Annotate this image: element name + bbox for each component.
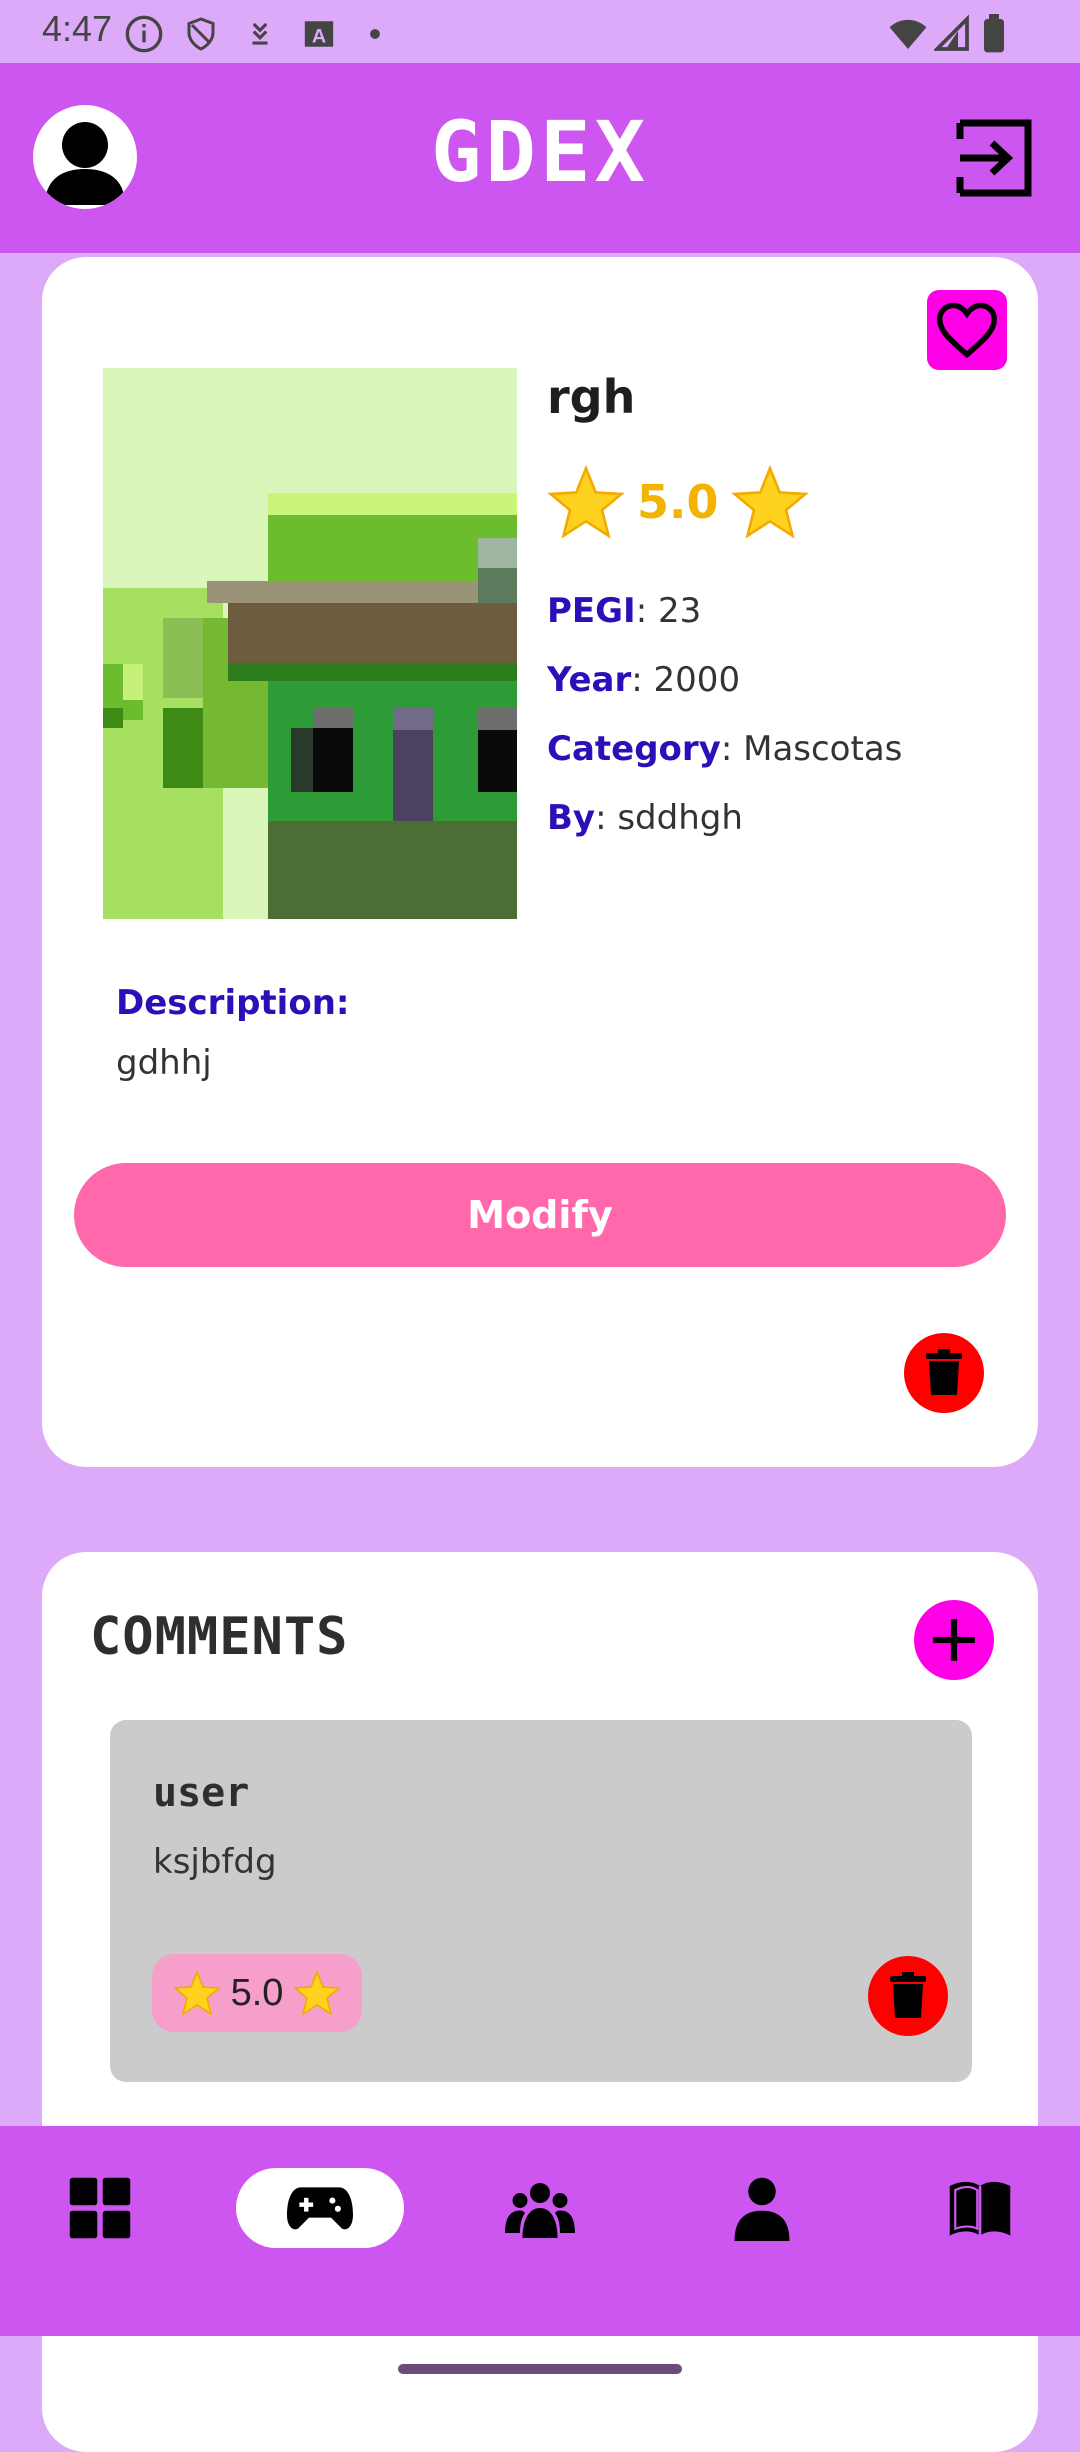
nav-community[interactable] [500, 2168, 580, 2248]
game-detail-card: rgh 5.0 PEGI: 23 Year: 2000 Category: Ma… [42, 257, 1038, 1467]
year-info: Year: 2000 [547, 660, 740, 700]
trash-icon [926, 1349, 962, 1395]
shield-icon [187, 17, 215, 51]
comment-rating: 5.0 [152, 1954, 362, 2032]
pegi-info: PEGI: 23 [547, 591, 701, 631]
dashboard-icon [69, 2177, 131, 2239]
year-label: Year [547, 660, 632, 700]
bottom-navigation [0, 2126, 1080, 2336]
game-rating: 5.0 [547, 465, 809, 539]
game-cover-image [103, 368, 517, 919]
comment-item: user ksjbfdg 5.0 [110, 1720, 972, 2082]
game-title: rgh [547, 370, 636, 424]
comment-user: user [153, 1770, 250, 1816]
category-info: Category: Mascotas [547, 729, 902, 769]
nav-games[interactable] [236, 2168, 404, 2248]
pegi-label: PEGI [547, 591, 636, 631]
author-info: By: sddhgh [547, 798, 743, 838]
star-icon [293, 1970, 342, 2016]
status-bar: 4:47 A [0, 0, 1080, 63]
year-value: : 2000 [631, 660, 741, 700]
category-value: : Mascotas [720, 729, 903, 769]
description-text: gdhhj [116, 1043, 212, 1083]
logout-icon [956, 119, 1032, 197]
info-icon [125, 15, 163, 53]
favorite-button[interactable] [927, 290, 1007, 370]
comments-title: COMMENTS [90, 1607, 349, 1667]
author-value: : sddhgh [595, 798, 743, 838]
star-icon [547, 465, 625, 539]
author-label: By [547, 798, 596, 838]
modify-button[interactable]: Modify [74, 1163, 1006, 1267]
gamepad-icon [287, 2187, 353, 2230]
font-icon: A [304, 21, 334, 48]
pegi-value: : 23 [635, 591, 702, 631]
status-time: 4:47 [42, 8, 113, 49]
comment-text: ksjbfdg [153, 1842, 277, 1882]
wifi-icon [889, 19, 927, 49]
book-icon [949, 2181, 1011, 2236]
battery-icon [984, 14, 1004, 53]
nav-library[interactable] [940, 2168, 1020, 2248]
star-icon [172, 1970, 221, 2016]
description-label: Description: [116, 983, 350, 1023]
trash-icon [890, 1972, 926, 2018]
nav-dashboard[interactable] [60, 2168, 140, 2248]
signal-icon [934, 14, 969, 51]
download-icon [252, 22, 268, 45]
top-app-bar: GDEX [0, 63, 1080, 253]
delete-game-button[interactable] [904, 1333, 984, 1413]
comment-rating-value: 5.0 [230, 1971, 284, 2014]
heart-icon [936, 302, 998, 359]
add-comment-button[interactable] [914, 1600, 994, 1680]
app-title: GDEX [430, 103, 650, 201]
person-icon [734, 2177, 790, 2241]
svg-text:A: A [312, 26, 326, 48]
category-label: Category [547, 729, 721, 769]
gesture-handle[interactable] [398, 2364, 682, 2374]
logout-button[interactable] [954, 117, 1036, 199]
nav-profile[interactable] [722, 2168, 802, 2248]
plus-icon [933, 1619, 975, 1661]
star-icon [730, 465, 809, 539]
delete-comment-button[interactable] [868, 1956, 948, 2036]
dot-icon [370, 29, 380, 39]
game-rating-value: 5.0 [637, 475, 719, 529]
group-icon [505, 2183, 575, 2238]
